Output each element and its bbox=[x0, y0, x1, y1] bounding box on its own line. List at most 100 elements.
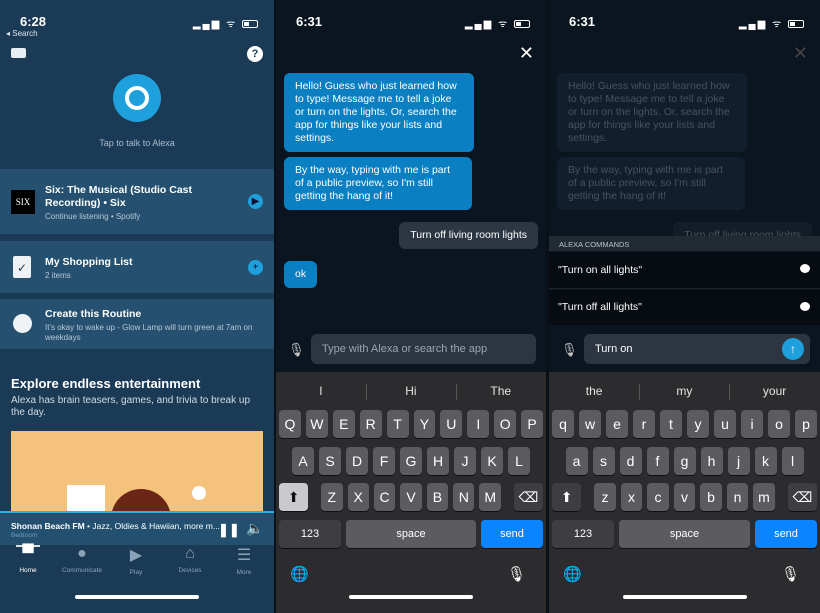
nav-tab-communicate[interactable]: ● Communicate bbox=[55, 545, 109, 574]
key-n[interactable]: N bbox=[453, 483, 475, 511]
space-key[interactable]: space bbox=[619, 520, 750, 548]
key-v[interactable]: v bbox=[673, 483, 696, 511]
globe-icon[interactable]: 🌐 bbox=[290, 565, 309, 583]
alexa-talk-button[interactable] bbox=[113, 74, 161, 122]
key-a[interactable]: a bbox=[565, 447, 588, 475]
dictation-icon[interactable]: 🎙 bbox=[507, 565, 526, 583]
key-e[interactable]: E bbox=[332, 410, 355, 438]
suggestion[interactable]: I bbox=[276, 378, 366, 404]
key-v[interactable]: V bbox=[400, 483, 422, 511]
nav-tab-more[interactable]: ☰ More bbox=[217, 545, 271, 576]
key-h[interactable]: h bbox=[700, 447, 723, 475]
volume-icon[interactable]: 🔈 bbox=[246, 520, 263, 537]
numbers-key[interactable]: 123 bbox=[552, 520, 614, 548]
delete-key[interactable]: ⌫ bbox=[513, 483, 544, 511]
key-l[interactable]: L bbox=[508, 447, 530, 475]
key-r[interactable]: R bbox=[359, 410, 382, 438]
key-b[interactable]: b bbox=[700, 483, 722, 511]
key-t[interactable]: T bbox=[386, 410, 409, 438]
close-icon[interactable]: ✕ bbox=[519, 43, 534, 64]
help-icon[interactable]: ? bbox=[247, 46, 263, 62]
key-b[interactable]: B bbox=[426, 483, 449, 511]
key-j[interactable]: J bbox=[454, 447, 476, 475]
suggestion[interactable]: my bbox=[639, 378, 729, 404]
key-u[interactable]: U bbox=[440, 410, 463, 438]
key-c[interactable]: c bbox=[647, 483, 669, 511]
suggestion[interactable]: Hi bbox=[366, 378, 456, 404]
key-g[interactable]: g bbox=[673, 447, 696, 475]
suggestion[interactable]: The bbox=[456, 378, 546, 404]
now-playing-bar[interactable]: Shonan Beach FM • Jazz, Oldies & Hawiian… bbox=[0, 511, 274, 545]
key-d[interactable]: D bbox=[346, 447, 368, 475]
key-q[interactable]: q bbox=[552, 410, 574, 438]
globe-icon[interactable]: 🌐 bbox=[563, 565, 582, 583]
microphone-icon[interactable]: 🎙 bbox=[561, 342, 578, 358]
send-key[interactable]: send bbox=[755, 520, 817, 548]
key-j[interactable]: j bbox=[727, 447, 750, 475]
key-x[interactable]: x bbox=[620, 483, 643, 511]
chat-input[interactable]: Type with Alexa or search the app bbox=[311, 334, 536, 364]
send-arrow-button[interactable]: ↑ bbox=[782, 338, 804, 360]
send-key[interactable]: send bbox=[481, 520, 543, 548]
delete-key[interactable]: ⌫ bbox=[787, 483, 817, 511]
explore-banner[interactable] bbox=[11, 431, 263, 513]
key-e[interactable]: e bbox=[606, 410, 628, 438]
key-u[interactable]: u bbox=[714, 410, 736, 438]
key-f[interactable]: F bbox=[373, 447, 395, 475]
key-o[interactable]: O bbox=[494, 410, 517, 438]
key-i[interactable]: i bbox=[741, 410, 763, 438]
key-t[interactable]: t bbox=[660, 410, 682, 438]
key-z[interactable]: z bbox=[594, 483, 616, 511]
key-l[interactable]: l bbox=[781, 447, 804, 475]
key-n[interactable]: n bbox=[726, 483, 749, 511]
microphone-icon[interactable]: 🎙 bbox=[288, 342, 305, 358]
command-suggestion[interactable]: "Turn on all lights" bbox=[549, 252, 820, 289]
music-title: Six: The Musical (Studio Cast Recording)… bbox=[45, 184, 193, 209]
add-item-button[interactable]: + bbox=[248, 260, 263, 275]
key-f[interactable]: f bbox=[646, 447, 669, 475]
key-o[interactable]: o bbox=[768, 410, 790, 438]
dictation-icon[interactable]: 🎙 bbox=[781, 565, 800, 583]
chat-input[interactable]: Turn on bbox=[584, 334, 810, 364]
key-s[interactable]: s bbox=[592, 447, 615, 475]
space-key[interactable]: space bbox=[346, 520, 476, 548]
key-d[interactable]: d bbox=[619, 447, 642, 475]
key-y[interactable]: y bbox=[687, 410, 709, 438]
key-m[interactable]: m bbox=[753, 483, 775, 511]
nav-tab-play[interactable]: ▶ Play bbox=[109, 545, 163, 576]
key-y[interactable]: Y bbox=[413, 410, 436, 438]
key-w[interactable]: w bbox=[579, 410, 601, 438]
command-suggestion[interactable]: "Turn off all lights" bbox=[549, 290, 820, 325]
key-m[interactable]: M bbox=[479, 483, 501, 511]
pause-button[interactable]: ❚❚ bbox=[218, 522, 240, 538]
key-k[interactable]: K bbox=[481, 447, 503, 475]
close-icon[interactable]: ✕ bbox=[793, 43, 808, 64]
play-button[interactable]: ▶ bbox=[248, 194, 263, 209]
key-s[interactable]: S bbox=[319, 447, 341, 475]
suggestion[interactable]: your bbox=[729, 378, 819, 404]
key-p[interactable]: P bbox=[521, 410, 544, 438]
shopping-list-card[interactable]: ✓ My Shopping List 2 items + bbox=[0, 241, 274, 293]
shift-key[interactable]: ⬆ bbox=[552, 483, 582, 511]
key-a[interactable]: A bbox=[292, 447, 314, 475]
key-p[interactable]: p bbox=[795, 410, 817, 438]
nav-tab-home[interactable]: ▀ Home bbox=[1, 545, 55, 574]
shift-key[interactable]: ⬆ bbox=[278, 483, 309, 511]
keyboard-icon[interactable] bbox=[11, 48, 26, 58]
key-i[interactable]: I bbox=[467, 410, 490, 438]
nav-tab-devices[interactable]: ⌂ Devices bbox=[163, 545, 217, 574]
key-x[interactable]: X bbox=[347, 483, 369, 511]
key-h[interactable]: H bbox=[427, 447, 449, 475]
key-k[interactable]: k bbox=[754, 447, 777, 475]
music-card[interactable]: SIX Six: The Musical (Studio Cast Record… bbox=[0, 169, 274, 234]
key-r[interactable]: r bbox=[633, 410, 655, 438]
suggestion[interactable]: the bbox=[549, 378, 639, 404]
key-c[interactable]: C bbox=[373, 483, 396, 511]
numbers-key[interactable]: 123 bbox=[279, 520, 341, 548]
routine-card[interactable]: Create this Routine It's okay to wake up… bbox=[0, 299, 274, 349]
key-g[interactable]: G bbox=[400, 447, 422, 475]
key-q[interactable]: Q bbox=[278, 410, 301, 438]
key-w[interactable]: W bbox=[305, 410, 328, 438]
back-to-search-link[interactable]: ◂ Search bbox=[6, 29, 38, 38]
key-z[interactable]: Z bbox=[321, 483, 343, 511]
